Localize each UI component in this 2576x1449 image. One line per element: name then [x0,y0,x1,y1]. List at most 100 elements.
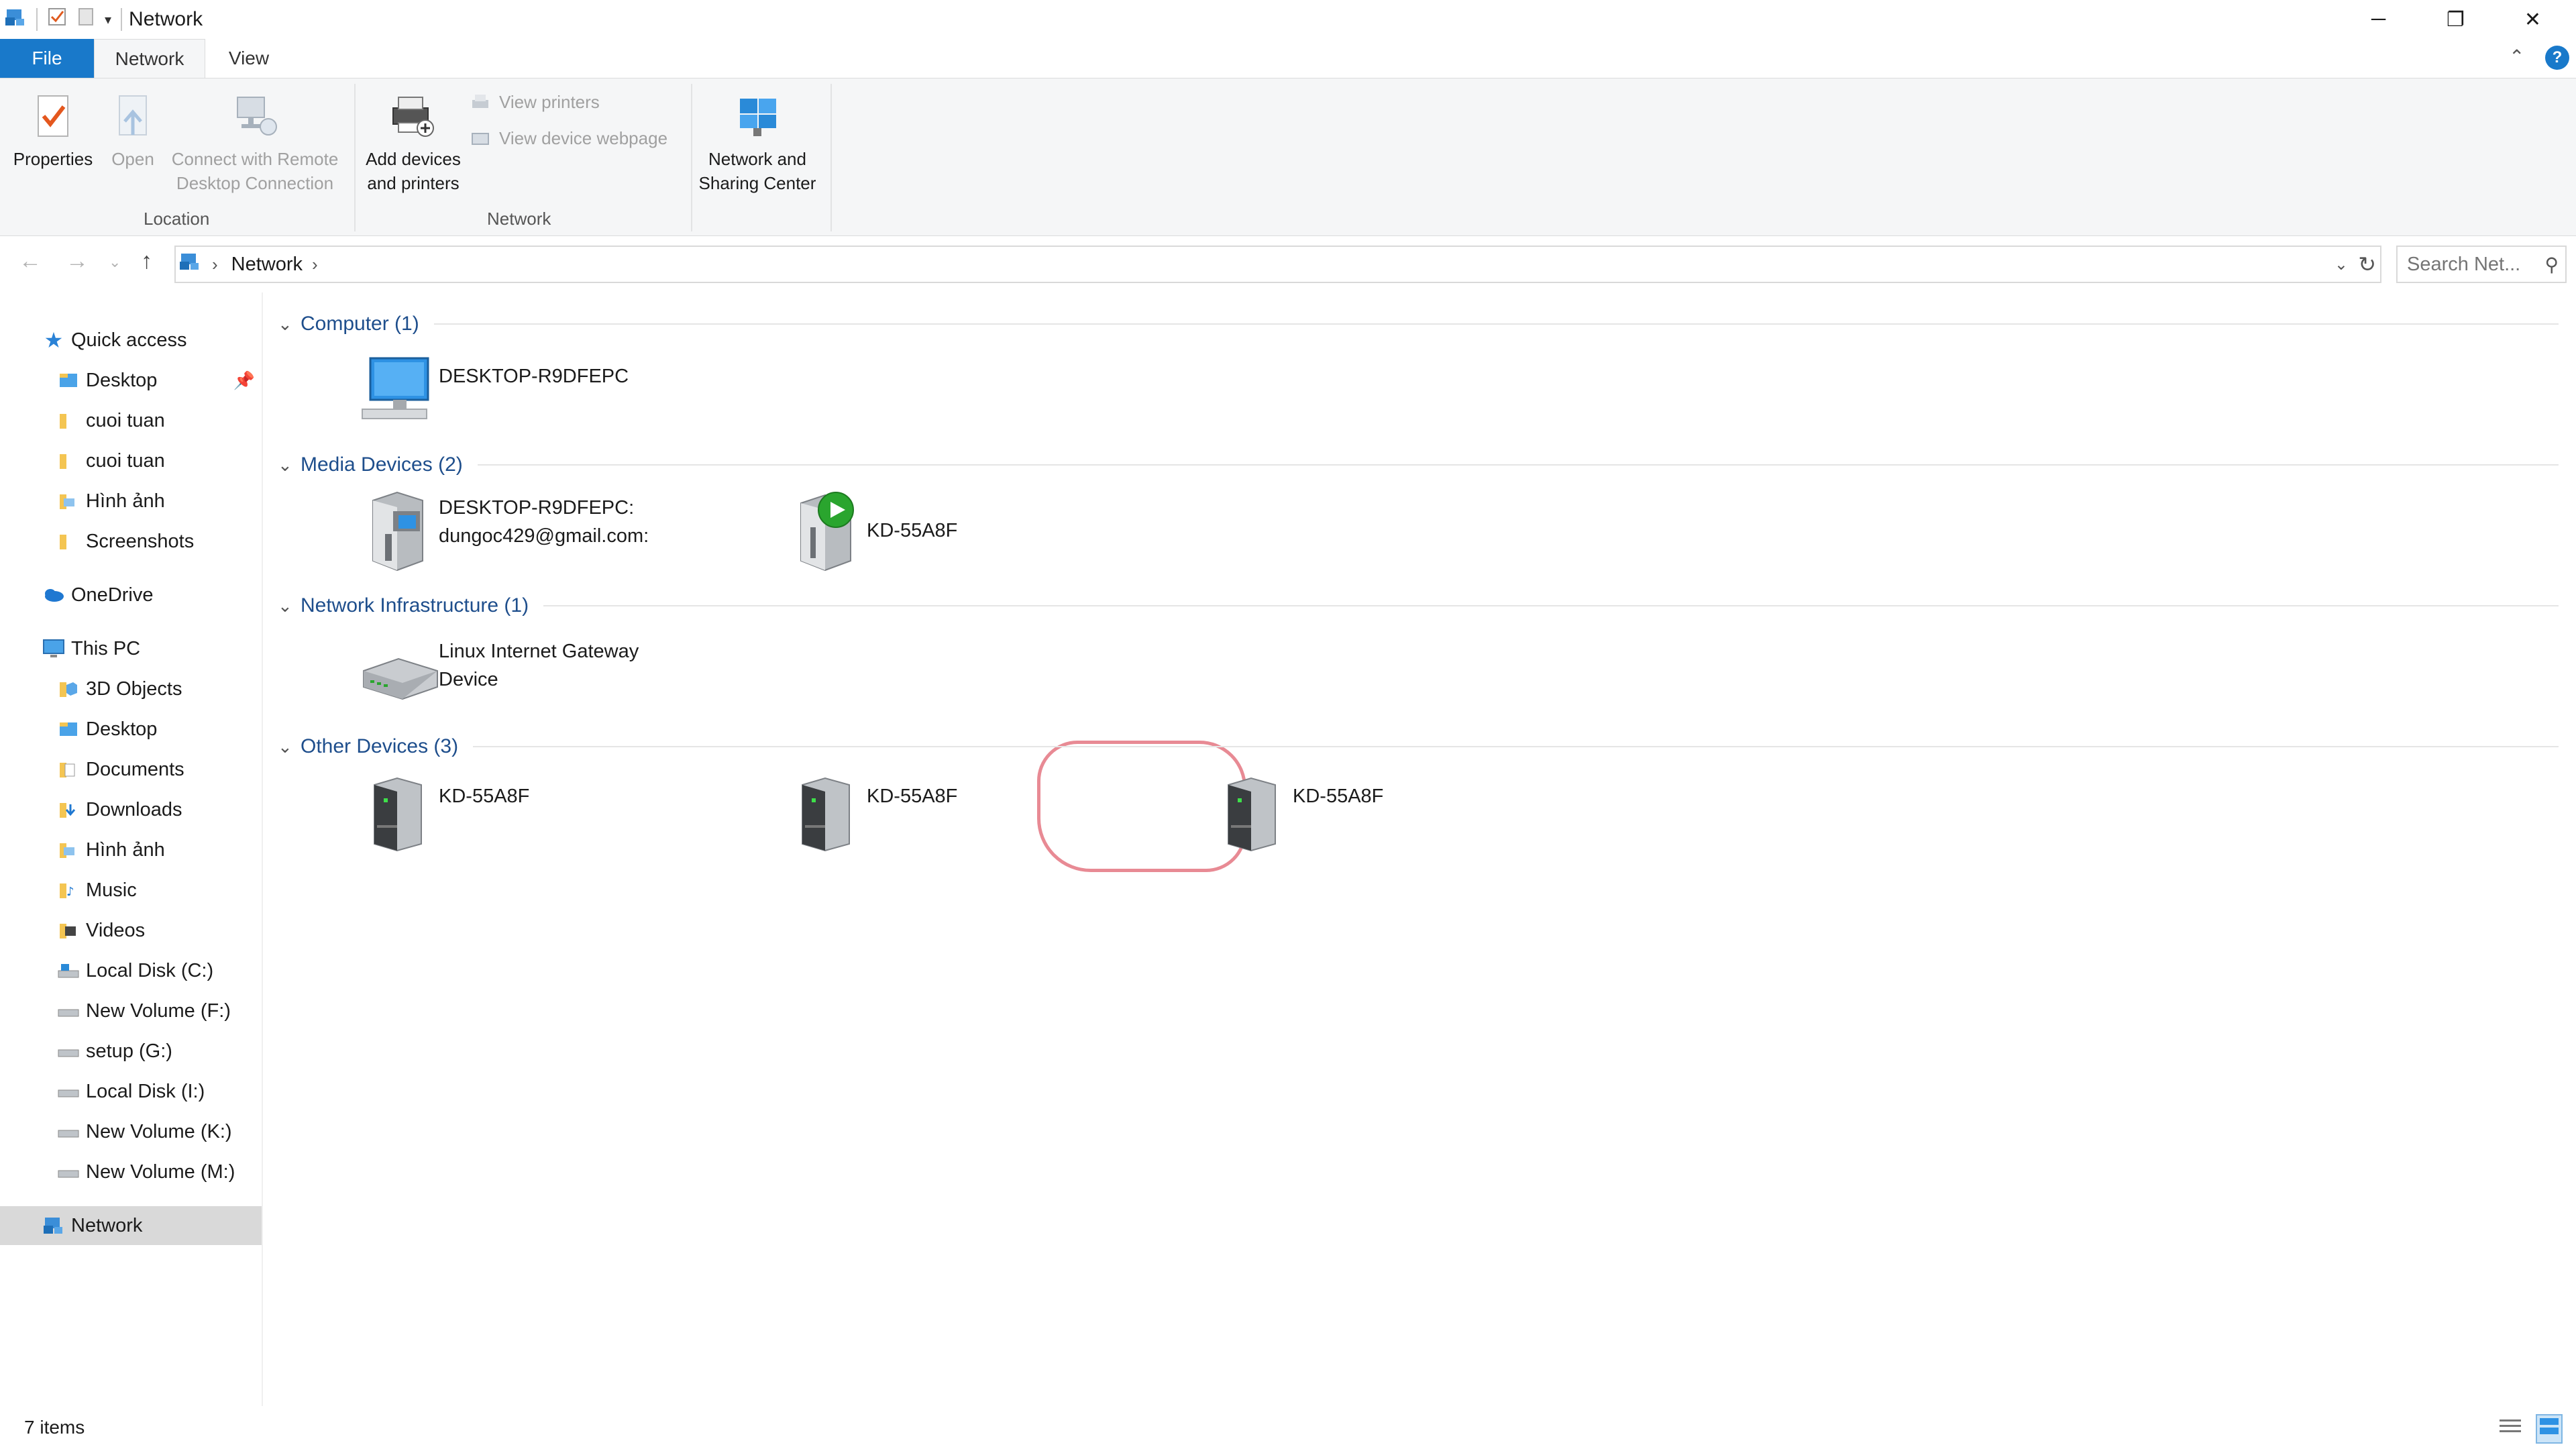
minimize-button[interactable]: ─ [2340,0,2417,39]
pictures-folder-icon [56,838,80,862]
collapse-chevron-icon[interactable]: ⌄ [278,737,301,757]
folder-icon [56,449,80,473]
item-name: Linux Internet Gateway Device [439,637,639,694]
sidebar-item-label: OneDrive [71,584,154,606]
sidebar-item-label: cuoi tuan [86,409,165,431]
network-sharing-center-button[interactable]: Network and Sharing Center [695,93,820,195]
add-devices-button[interactable]: Add devices and printers [360,93,467,195]
sidebar-item-this-pc[interactable]: This PC [0,629,262,668]
tiles-view-icon[interactable] [2536,1414,2563,1444]
sidebar-item-cuoi-tuan[interactable]: cuoi tuan [0,401,262,440]
properties-label: Properties [13,149,93,169]
restore-button[interactable]: ❐ [2417,0,2494,39]
pin-icon[interactable]: 📌 [233,370,255,391]
connect-remote-label-1: Connect with Remote [171,149,339,169]
refresh-icon[interactable]: ↻ [2358,252,2376,277]
sidebar-item-cuoi-tuan-2[interactable]: cuoi tuan [0,441,262,480]
sidebar-item-quick-access[interactable]: ★ Quick access [0,321,262,360]
view-device-webpage-button[interactable]: View device webpage [470,128,667,149]
sidebar-item-hinh-anh-pc[interactable]: Hình ảnh [0,830,262,869]
tab-file[interactable]: File [0,39,94,78]
address-dropdown-icon[interactable]: ⌄ [2334,255,2348,274]
sidebar-item-videos[interactable]: Videos [0,911,262,950]
sidebar-item-onedrive[interactable]: OneDrive [0,576,262,614]
group-header-media[interactable]: ⌄ Media Devices (2) [278,448,2559,482]
forward-arrow-icon[interactable]: → [66,248,89,274]
group-divider [473,746,2559,747]
drive-icon [56,999,80,1023]
sidebar-item-label: New Volume (M:) [86,1161,235,1183]
view-printers-label: View printers [499,92,600,112]
connect-remote-desktop-button[interactable]: Connect with Remote Desktop Connection [166,93,343,195]
list-item[interactable]: KD-55A8F [786,774,1189,908]
properties-button[interactable]: Properties [9,93,97,171]
item-name-line-1: Linux Internet Gateway [439,641,639,662]
sidebar-item-setup-g[interactable]: setup (G:) [0,1032,262,1071]
help-icon[interactable]: ? [2545,46,2569,70]
sidebar-item-label: cuoi tuan [86,449,165,472]
view-printers-button[interactable]: View printers [470,92,600,113]
sidebar-item-local-disk-c[interactable]: Local Disk (C:) [0,951,262,990]
new-folder-quick-icon[interactable] [76,7,95,32]
back-arrow-icon[interactable]: ← [19,248,42,274]
list-item[interactable]: KD-55A8F [1212,774,1615,908]
details-view-icon[interactable] [2498,1417,2522,1442]
breadcrumb-chevron-icon[interactable]: › [312,254,318,275]
tab-network[interactable]: Network [94,39,205,78]
properties-quick-icon[interactable] [47,7,67,32]
search-icon[interactable]: ⚲ [2544,254,2559,276]
sidebar-item-desktop[interactable]: Desktop 📌 [0,361,262,400]
sidebar-item-label: Local Disk (I:) [86,1080,205,1102]
generic-device-icon [374,777,422,852]
recent-locations-chevron-icon[interactable]: ⌄ [109,254,121,271]
sidebar-item-label: Downloads [86,798,182,820]
sidebar-item-music[interactable]: ♪ Music [0,871,262,910]
sharing-center-label-1: Network and [708,149,806,169]
group-header-computer[interactable]: ⌄ Computer (1) [278,307,2559,341]
sidebar-item-new-volume-k[interactable]: New Volume (K:) [0,1112,262,1151]
customize-qa-icon[interactable]: ▾ [105,11,111,28]
sidebar-item-network[interactable]: Network [0,1206,262,1245]
sidebar-item-hinh-anh[interactable]: Hình ảnh [0,482,262,521]
close-button[interactable]: ✕ [2494,0,2571,39]
collapse-chevron-icon[interactable]: ⌄ [278,314,301,335]
open-button[interactable]: Open [101,93,165,171]
search-box[interactable]: ⚲ [2396,246,2567,283]
add-devices-icon [392,97,434,137]
sidebar-item-desktop-pc[interactable]: Desktop [0,710,262,749]
collapse-chevron-icon[interactable]: ⌄ [278,596,301,616]
collapse-ribbon-icon[interactable]: ⌃ [2509,46,2524,68]
drive-icon [56,1039,80,1063]
item-name: KD-55A8F [1293,786,1384,807]
collapse-chevron-icon[interactable]: ⌄ [278,455,301,476]
sidebar-item-local-disk-i[interactable]: Local Disk (I:) [0,1072,262,1111]
sharing-center-label-2: Sharing Center [698,173,816,193]
star-icon: ★ [44,328,64,352]
sidebar-item-label: Desktop [86,718,158,740]
sidebar-item-new-volume-f[interactable]: New Volume (F:) [0,991,262,1030]
sidebar-item-3d-objects[interactable]: 3D Objects [0,669,262,708]
sidebar-item-label: Network [71,1214,143,1236]
search-input[interactable] [2407,253,2541,276]
up-arrow-icon[interactable]: ↑ [141,248,152,274]
sidebar-item-downloads[interactable]: Downloads [0,790,262,829]
list-item[interactable]: KD-55A8F [358,774,761,908]
group-divider [433,323,2559,325]
group-title: Computer (1) [301,313,419,335]
sidebar-item-documents[interactable]: Documents [0,750,262,789]
item-name-line-2: dungoc429@gmail.com: [439,525,649,547]
ribbon-separator [691,84,692,231]
sidebar-item-label: Music [86,879,137,901]
sidebar-item-label: Documents [86,758,184,780]
tab-view[interactable]: View [205,39,292,78]
group-title: Media Devices (2) [301,453,463,476]
breadcrumb-network[interactable]: Network [231,254,303,276]
sidebar-item-new-volume-m[interactable]: New Volume (M:) [0,1152,262,1191]
system-drive-icon [56,959,80,983]
address-bar[interactable]: › Network › ⌄ ↻ [174,246,2381,283]
group-header-other[interactable]: ⌄ Other Devices (3) [278,730,2559,763]
sidebar-item-screenshots[interactable]: Screenshots [0,522,262,561]
sidebar-item-label: Quick access [71,329,187,351]
breadcrumb-chevron-icon[interactable]: › [212,254,218,275]
group-header-infrastructure[interactable]: ⌄ Network Infrastructure (1) [278,589,2559,623]
